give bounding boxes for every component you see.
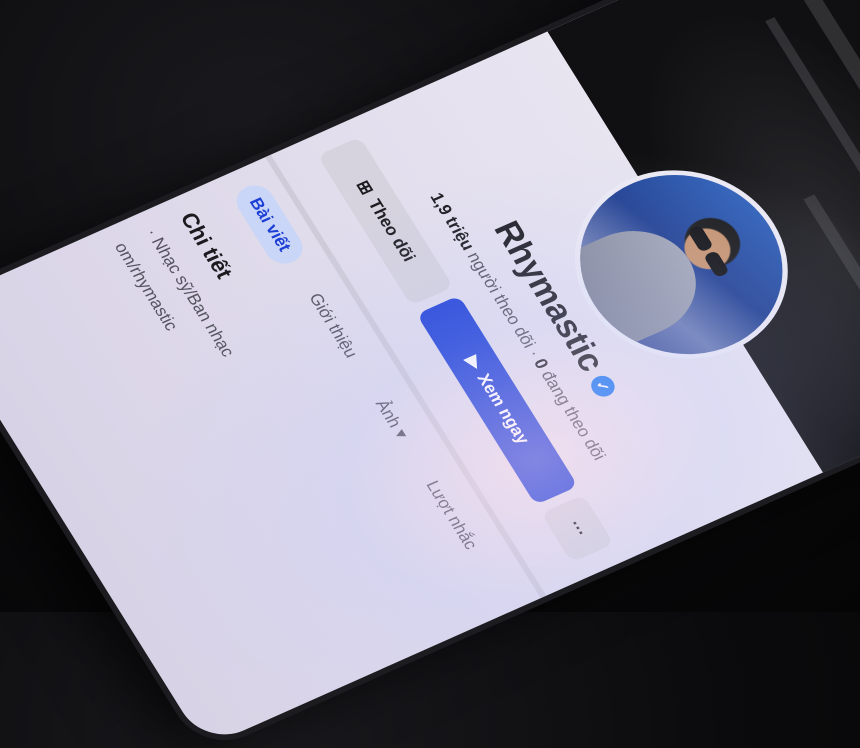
tab-about[interactable]: Giới thiệu (289, 275, 376, 376)
category-line: · Nhạc sỹ/Ban nhạc (142, 225, 239, 360)
more-icon: ··· (564, 517, 592, 540)
phone-screen: ▂▄▆ ◠ Rhymastic✓ 1,9 triệu người theo dõ… (0, 0, 860, 748)
chevron-down-icon: ▾ (390, 426, 413, 442)
watch-label: Xem ngay (473, 370, 534, 447)
play-icon: ▶ (462, 353, 487, 372)
verified-badge-icon: ✓ (586, 372, 619, 401)
tab-photos[interactable]: Ảnh ▾ (356, 382, 427, 457)
follow-label: Theo dõi (364, 196, 420, 265)
tab-photos-label: Ảnh (371, 396, 406, 431)
follow-plus-icon: ⊞ (352, 177, 378, 198)
tab-mentions[interactable]: Lượt nhắc (406, 463, 496, 568)
tab-posts[interactable]: Bài viết (229, 179, 310, 270)
more-options-button[interactable]: ··· (540, 494, 615, 563)
